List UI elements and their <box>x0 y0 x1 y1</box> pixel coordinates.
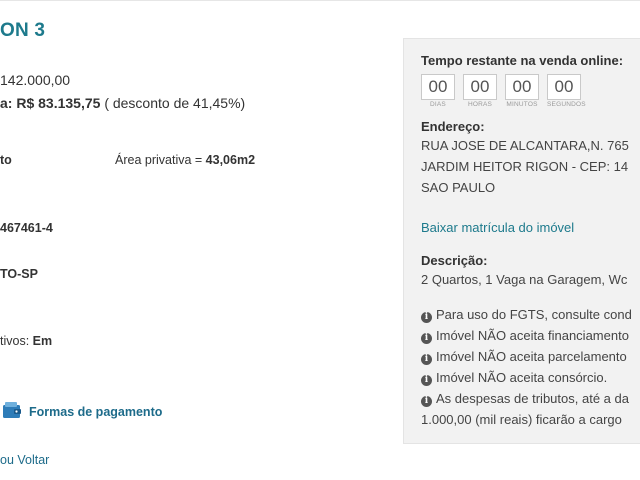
property-type: to <box>0 153 12 167</box>
countdown-title: Tempo restante na venda online: <box>421 53 624 68</box>
private-area: Área privativa = 43,06m2 <box>115 153 255 167</box>
top-divider <box>0 0 640 1</box>
registration-number: 467461-4 <box>0 221 53 235</box>
address-line-3: SAO PAULO <box>421 180 496 195</box>
description-text: 2 Quartos, 1 Vaga na Garagem, Wc <box>421 272 628 287</box>
sale-info-panel: Tempo restante na venda online: 00 00 00… <box>403 38 640 444</box>
note-consortium: i Imóvel NÃO aceita consórcio. <box>421 370 607 386</box>
private-area-label: Área privativa = <box>115 153 206 167</box>
note-fgts: i Para uso do FGTS, consulte cond <box>421 307 632 323</box>
discount-text: ( desconto de 41,45%) <box>104 95 246 111</box>
note-installments: i Imóvel NÃO aceita parcelamento <box>421 349 627 365</box>
wallet-icon[interactable] <box>2 400 22 420</box>
payment-methods-link[interactable]: Formas de pagamento <box>29 405 162 419</box>
note-text: Imóvel NÃO aceita parcelamento <box>436 349 627 364</box>
status-line: tivos: Em <box>0 334 52 348</box>
note-taxes-continuation: 1.000,00 (mil reais) ficarão a cargo <box>421 412 622 427</box>
note-text: As despesas de tributos, até a da <box>436 391 629 406</box>
appraisal-value: 142.000,00 <box>0 72 71 88</box>
countdown-hours: 00 <box>463 74 497 100</box>
info-circle-icon: i <box>421 396 432 407</box>
info-circle-icon: i <box>421 312 432 323</box>
note-taxes: i As despesas de tributos, até a da <box>421 391 629 407</box>
city: TO-SP <box>0 267 38 281</box>
countdown-minutes-label: MINUTOS <box>506 101 538 108</box>
countdown-hours-label: HORAS <box>467 101 493 108</box>
note-text: Imóvel NÃO aceita financiamento <box>436 328 629 343</box>
note-financing: i Imóvel NÃO aceita financiamento <box>421 328 629 344</box>
status-label: tivos: <box>0 334 33 348</box>
countdown-minutes: 00 <box>505 74 539 100</box>
info-circle-icon: i <box>421 354 432 365</box>
countdown-days-label: DIAS <box>430 101 446 108</box>
description-title: Descrição: <box>421 253 488 268</box>
address-line-1: RUA JOSE DE ALCANTARA,N. 765 <box>421 138 629 153</box>
countdown-seconds-label: SEGUNDOS <box>547 101 586 108</box>
countdown-days: 00 <box>421 74 455 100</box>
min-sale-value: R$ 83.135,75 <box>16 95 101 111</box>
address-line-2: JARDIM HEITOR RIGON - CEP: 14 <box>421 159 629 174</box>
note-text: Imóvel NÃO aceita consórcio. <box>436 370 608 385</box>
status-value: Em <box>32 334 53 348</box>
info-circle-icon: i <box>421 333 432 344</box>
address-title: Endereço: <box>421 119 485 134</box>
property-title: ON 3 <box>0 20 46 41</box>
private-area-value: 43,06m2 <box>205 153 256 167</box>
countdown-seconds: 00 <box>547 74 581 100</box>
min-sale-prefix: a: <box>0 95 13 111</box>
info-circle-icon: i <box>421 375 432 386</box>
min-sale-line: a: R$ 83.135,75 ( desconto de 41,45%) <box>0 95 245 111</box>
note-text: Para uso do FGTS, consulte cond <box>436 307 632 322</box>
back-link[interactable]: ou Voltar <box>0 453 49 467</box>
download-registry-link[interactable]: Baixar matrícula do imóvel <box>421 220 574 235</box>
